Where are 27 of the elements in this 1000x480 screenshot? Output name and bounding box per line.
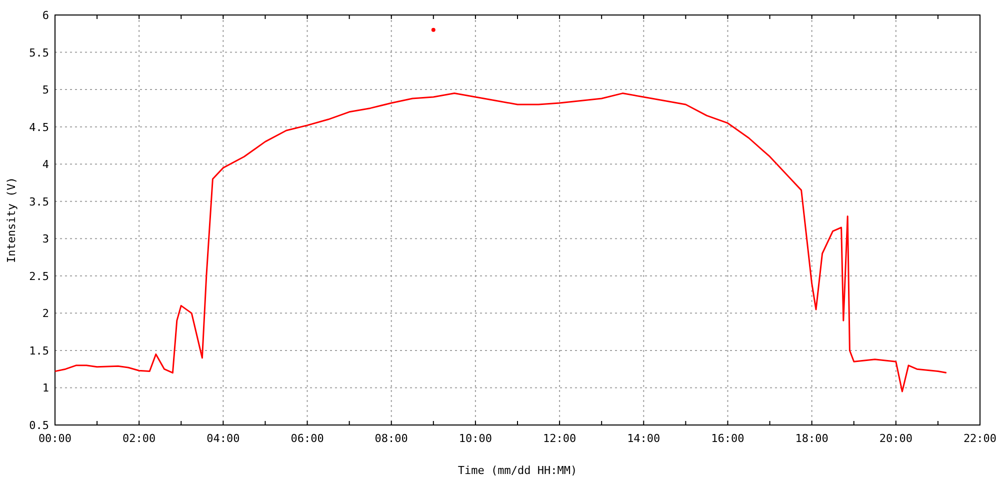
tick-label: 08:00: [374, 432, 408, 445]
axis-title: Time (mm/dd HH:MM): [458, 464, 578, 477]
tick-label: 3.5: [29, 195, 49, 208]
tick-label: 3: [42, 232, 49, 246]
tick-label: 6: [42, 9, 49, 22]
tick-label: 04:00: [206, 432, 240, 445]
tick-label: 18:00: [795, 432, 828, 445]
tick-label: 20:00: [879, 432, 912, 445]
tick-label: 16:00: [711, 432, 744, 445]
axis-title: Intensity (V): [5, 176, 18, 264]
tick-label: 10:00: [458, 432, 492, 445]
tick-label: 4.5: [29, 120, 49, 134]
tick-label: 00:00: [38, 432, 72, 445]
tick-label: 5: [42, 84, 49, 97]
tick-label: 1.5: [29, 344, 49, 358]
tick-label: 1: [42, 382, 49, 395]
tick-label: 4: [42, 158, 49, 172]
tick-label: 2: [42, 307, 49, 320]
tick-label: 0.5: [29, 419, 49, 432]
tick-label: 06:00: [290, 432, 324, 445]
tick-label: 22:00: [963, 432, 997, 445]
tick-label: 14:00: [627, 432, 660, 445]
data-point: [431, 28, 436, 32]
tick-label: 12:00: [542, 432, 576, 445]
tick-label: 02:00: [122, 432, 156, 445]
tick-label: 5.5: [29, 46, 49, 60]
tick-label: 2.5: [29, 270, 49, 283]
